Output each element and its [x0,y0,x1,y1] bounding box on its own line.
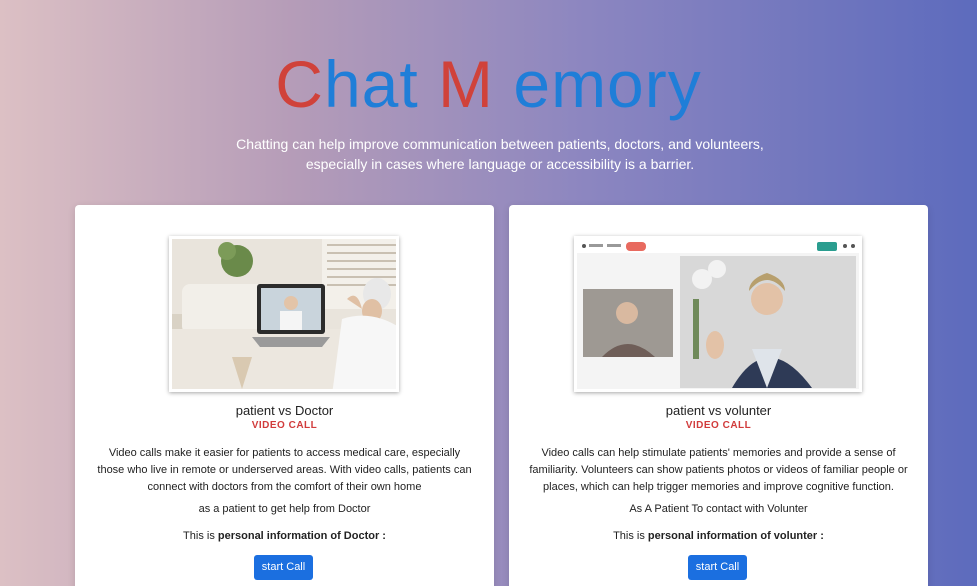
logo-emory: emory [513,47,702,121]
card-role-text: as a patient to get help from Doctor [198,503,371,515]
volunteer-call-image [574,236,862,392]
info-bold: personal information of Doctor : [217,530,386,542]
info-bold: personal information of volunter : [647,530,824,542]
logo-chat-red: C [275,47,324,121]
card-role-text: As A Patient To contact with Volunter [629,503,808,515]
doctor-call-card: patient vs Doctor VIDEO CALL Video calls… [75,205,494,586]
video-call-tag: VIDEO CALL [685,420,752,431]
personal-info-label: This is personal information of volunter… [509,530,928,542]
card-description: Video calls can help stimulate patients'… [529,447,908,493]
logo-chat-blue: hat [323,47,419,121]
info-prefix: This is [183,530,218,542]
volunteer-call-card: patient vs volunter VIDEO CALL Video cal… [509,205,928,586]
card-description: Video calls make it easier for patients … [97,447,472,493]
logo-m: M [438,47,495,121]
start-call-button-volunteer[interactable]: start Call [688,555,747,580]
start-call-button-doctor[interactable]: start Call [254,555,313,580]
card-title: patient vs Doctor [235,403,334,418]
hero-section: Chat M emory Chatting can help improve c… [0,0,977,200]
video-call-tag: VIDEO CALL [251,420,318,431]
info-prefix: This is [613,530,648,542]
doctor-call-image [169,236,399,392]
app-logo: Chat M emory [0,48,977,120]
personal-info-label: This is personal information of Doctor : [75,530,494,542]
card-title: patient vs volunter [665,403,772,418]
hero-subtitle: Chatting can help improve communication … [236,136,764,172]
